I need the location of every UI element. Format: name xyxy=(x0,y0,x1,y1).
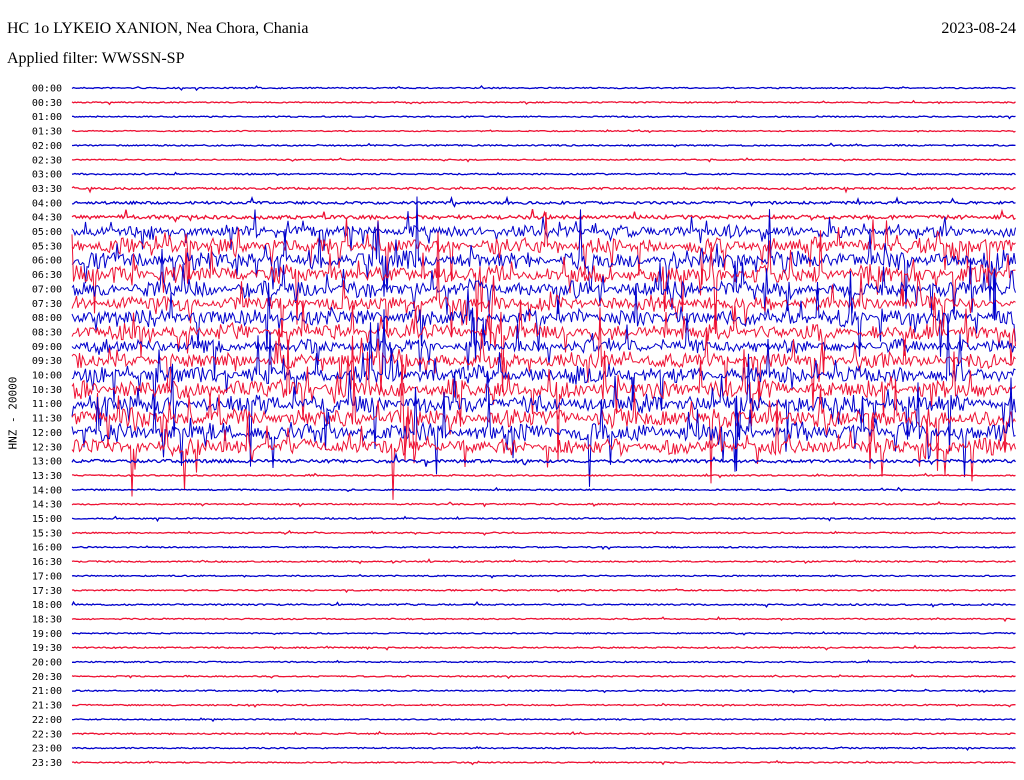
seismic-trace-0130 xyxy=(71,128,1016,134)
seismic-trace-2000 xyxy=(71,659,1016,664)
time-tick-label: 03:30 xyxy=(32,184,62,195)
seismic-trace-2230 xyxy=(71,730,1016,736)
time-tick-label: 05:30 xyxy=(32,241,62,252)
time-tick-label: 21:30 xyxy=(32,701,62,712)
time-tick-label: 02:00 xyxy=(32,141,62,152)
time-tick-label: 17:00 xyxy=(32,571,62,582)
seismic-trace-0330 xyxy=(71,186,1016,194)
time-tick-label: 19:00 xyxy=(32,629,62,640)
time-tick-label: 12:30 xyxy=(32,442,62,453)
time-tick-label: 13:00 xyxy=(32,457,62,468)
seismic-trace-0100 xyxy=(71,115,1016,120)
seismic-trace-2300 xyxy=(71,745,1016,752)
time-tick-label: 00:30 xyxy=(32,98,62,109)
seismic-trace-2200 xyxy=(71,717,1016,723)
seismic-trace-1430 xyxy=(71,500,1016,508)
time-tick-label: 08:00 xyxy=(32,313,62,324)
time-tick-label: 21:00 xyxy=(32,686,62,697)
time-tick-label: 07:00 xyxy=(32,284,62,295)
seismic-trace-1730 xyxy=(71,588,1016,594)
time-tick-label: 15:30 xyxy=(32,528,62,539)
seismic-trace-2130 xyxy=(71,702,1016,708)
time-tick-label: 01:30 xyxy=(32,127,62,138)
time-tick-label: 14:30 xyxy=(32,500,62,511)
time-tick-label: 16:30 xyxy=(32,557,62,568)
seismic-trace-1530 xyxy=(71,529,1016,536)
time-tick-label: 06:00 xyxy=(32,256,62,267)
time-tick-label: 04:00 xyxy=(32,198,62,209)
seismic-trace-0030 xyxy=(71,99,1016,106)
seismic-trace-2330 xyxy=(71,759,1016,766)
seismic-trace-1800 xyxy=(71,600,1016,609)
time-tick-label: 10:30 xyxy=(32,385,62,396)
time-tick-label: 12:00 xyxy=(32,428,62,439)
seismic-trace-1600 xyxy=(71,545,1016,551)
seismic-trace-1700 xyxy=(71,573,1016,579)
time-tick-label: 16:00 xyxy=(32,543,62,554)
seismic-trace-1300 xyxy=(71,452,1016,467)
time-tick-label: 20:00 xyxy=(32,658,62,669)
seismic-trace-1630 xyxy=(71,558,1016,565)
seismic-trace-0000 xyxy=(71,85,1016,92)
time-tick-label: 06:30 xyxy=(32,270,62,281)
time-tick-label: 19:30 xyxy=(32,643,62,654)
time-tick-label: 02:30 xyxy=(32,155,62,166)
time-tick-label: 08:30 xyxy=(32,327,62,338)
time-tick-label: 11:30 xyxy=(32,414,62,425)
time-tick-label: 07:30 xyxy=(32,299,62,310)
time-tick-label: 11:00 xyxy=(32,399,62,410)
time-tick-label: 03:00 xyxy=(32,170,62,181)
seismic-trace-1900 xyxy=(71,630,1016,636)
time-tick-label: 09:00 xyxy=(32,342,62,353)
seismic-trace-1400 xyxy=(71,486,1016,493)
time-tick-label: 17:30 xyxy=(32,586,62,597)
time-tick-label: 05:00 xyxy=(32,227,62,238)
time-tick-label: 15:00 xyxy=(32,514,62,525)
seismic-trace-1830 xyxy=(71,616,1016,623)
seismic-trace-2030 xyxy=(71,673,1016,680)
time-tick-label: 00:00 xyxy=(32,84,62,95)
time-tick-label: 22:30 xyxy=(32,729,62,740)
seismic-trace-1330 xyxy=(72,472,1016,479)
seismic-trace-0200 xyxy=(72,142,1016,148)
time-tick-label: 14:00 xyxy=(32,485,62,496)
time-tick-label: 18:00 xyxy=(32,600,62,611)
time-tick-label: 01:00 xyxy=(32,112,62,123)
time-tick-label: 09:30 xyxy=(32,356,62,367)
seismic-trace-1500 xyxy=(71,515,1016,523)
time-tick-label: 04:30 xyxy=(32,213,62,224)
time-tick-label: 20:30 xyxy=(32,672,62,683)
time-tick-label: 18:30 xyxy=(32,614,62,625)
helicorder-plot: 00:00 00:30 01:00 01:30 02:00 02:30 03:00 03:30… xyxy=(32,84,1016,769)
time-tick-label: 22:00 xyxy=(32,715,62,726)
time-tick-label: 23:00 xyxy=(32,744,62,755)
time-tick-label: 23:30 xyxy=(32,758,62,769)
seismic-trace-1930 xyxy=(71,644,1016,651)
seismic-trace-0400 xyxy=(71,195,1016,208)
seismic-trace-0300 xyxy=(71,171,1016,176)
time-tick-label: 13:30 xyxy=(32,471,62,482)
seismic-trace-2100 xyxy=(71,688,1016,694)
seismic-trace-0230 xyxy=(71,157,1016,163)
time-tick-label: 10:00 xyxy=(32,371,62,382)
